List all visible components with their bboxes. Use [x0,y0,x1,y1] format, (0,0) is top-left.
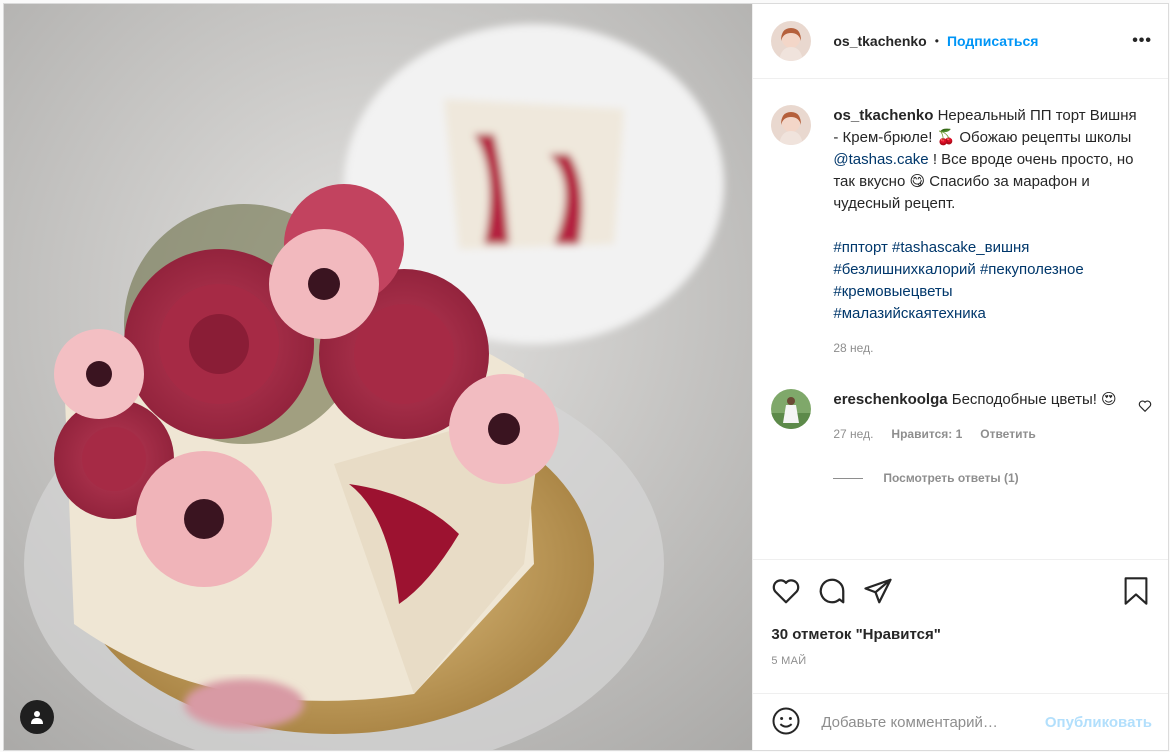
comment-time[interactable]: 27 нед. [833,423,873,445]
comments-section: os_tkachenko Нереальный ПП торт Вишня - … [753,79,1168,559]
caption-username[interactable]: os_tkachenko [833,107,933,124]
replies-divider [833,477,864,479]
like-button[interactable] [771,576,801,609]
comment-input[interactable]: Добавьте комментарий… [821,714,1045,731]
likes-count[interactable]: 30 отметок "Нравится" [771,626,1150,643]
tagged-users-button[interactable] [20,700,54,734]
emoji-button[interactable] [771,706,801,739]
share-icon [864,578,892,603]
user-tag-icon [31,711,43,724]
separator-dot: • [934,34,939,48]
emoji-icon [772,707,800,734]
comment-item: ereschenkoolga Бесподобные цветы! 😍 27 н… [771,389,1152,445]
more-options-button[interactable]: ••• [1132,32,1152,50]
cake-photo-image [4,4,753,750]
comment-likes[interactable]: Нравится: 1 [891,423,962,445]
add-comment-bar: Добавьте комментарий… Опубликовать [753,693,1168,750]
hashtag-list: #пп­торт #tashascake_вишня #безлишнихкал… [833,237,1143,325]
comment-icon [820,578,845,603]
commenter-avatar[interactable] [771,389,812,429]
post-header: os_tkachenko • Подписаться ••• [753,4,1168,79]
post-actions: 30 отметок "Нравится" 5 МАЙ [753,559,1168,693]
hashtag-link[interactable]: #малазийскаятехника [833,305,986,322]
hashtag-link[interactable]: #пп­торт [833,239,888,256]
hashtag-link[interactable]: #безлишнихкалорий [833,261,975,278]
author-avatar[interactable] [771,21,812,61]
like-comment-button[interactable] [1138,399,1152,416]
caption-time[interactable]: 28 нед. [833,337,873,359]
heart-icon [773,578,800,603]
hashtag-link[interactable]: #кремовыецветы [833,283,952,300]
view-replies-label: Посмотреть ответы (1) [883,471,1019,485]
post-dialog: os_tkachenko • Подписаться ••• os_tkache… [3,3,1169,751]
bookmark-icon [1124,576,1148,605]
mention-link[interactable]: @tashas.cake [833,151,928,168]
save-button[interactable] [1122,576,1150,609]
author-username[interactable]: os_tkachenko [833,33,926,49]
view-replies-button[interactable]: Посмотреть ответы (1) [833,471,1152,485]
post-sidebar: os_tkachenko • Подписаться ••• os_tkache… [752,4,1168,750]
post-photo[interactable] [4,4,753,750]
publish-button[interactable]: Опубликовать [1045,714,1152,731]
comment-text: Бесподобные цветы! 😍 [951,391,1117,408]
hashtag-link[interactable]: #tashascake_вишня [892,239,1029,256]
post-date[interactable]: 5 МАЙ [771,655,1150,667]
comment-button[interactable] [817,576,847,609]
reply-button[interactable]: Ответить [980,423,1035,445]
share-button[interactable] [863,576,893,609]
caption-avatar[interactable] [771,105,812,145]
caption: os_tkachenko Нереальный ПП торт Вишня - … [771,105,1152,359]
follow-button[interactable]: Подписаться [947,33,1039,49]
commenter-username[interactable]: ereschenkoolga [833,391,947,408]
hashtag-link[interactable]: #пекуполезное [980,261,1084,278]
small-heart-icon [1138,400,1152,413]
